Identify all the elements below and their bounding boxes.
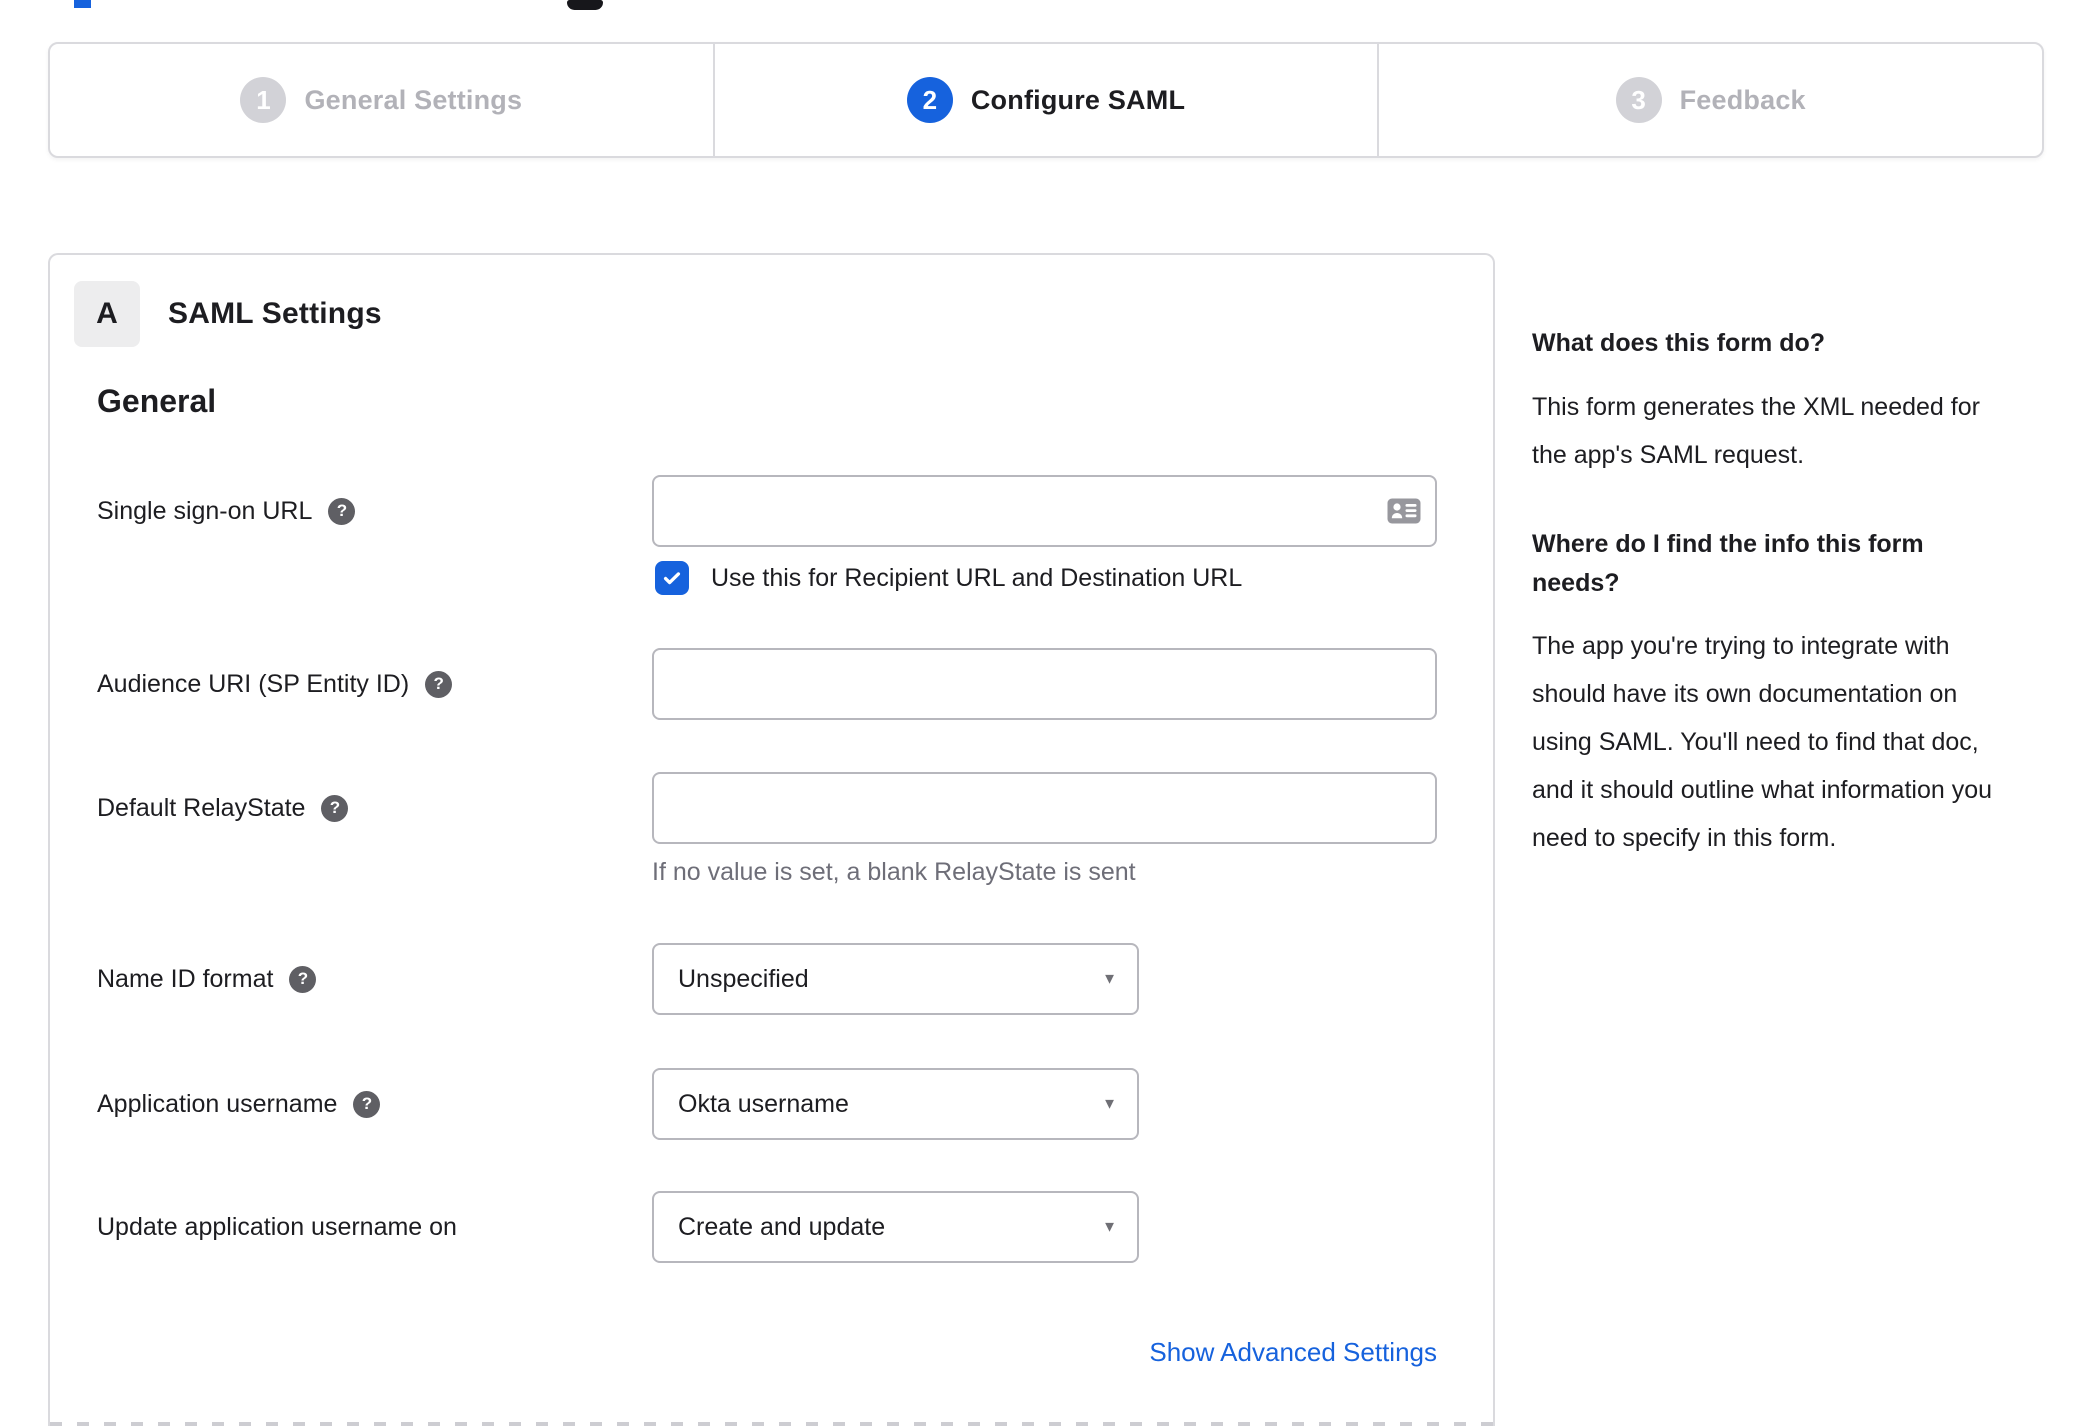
relay-state-input[interactable] [652, 772, 1437, 844]
sso-url-row: Single sign-on URL ? [97, 475, 1473, 547]
help-heading-what: What does this form do? [1532, 329, 1826, 357]
advanced-settings-link-row: Show Advanced Settings [652, 1337, 1437, 1368]
step-general-settings[interactable]: 1 General Settings [50, 44, 715, 156]
step-configure-saml[interactable]: 2 Configure SAML [715, 44, 1380, 156]
audience-uri-row: Audience URI (SP Entity ID) ? [97, 648, 1473, 720]
relay-state-row: Default RelayState ? If no value is set,… [97, 772, 1473, 892]
relay-state-hint: If no value is set, a blank RelayState i… [652, 858, 1136, 886]
help-body-what: This form generates the XML needed for t… [1532, 392, 1980, 469]
help-icon[interactable]: ? [321, 794, 349, 822]
application-username-label: Application username [97, 1089, 338, 1118]
dashed-section-divider [50, 1422, 1493, 1426]
step-number-badge: 3 [1615, 77, 1662, 123]
general-section-heading: General [97, 383, 217, 419]
recipient-url-checkbox-row: Use this for Recipient URL and Destinati… [97, 558, 1473, 598]
sso-url-label: Single sign-on URL [97, 496, 313, 525]
recipient-url-checkbox-label: Use this for Recipient URL and Destinati… [711, 563, 1243, 592]
help-icon[interactable]: ? [328, 497, 356, 525]
step-label: Configure SAML [970, 84, 1186, 115]
setup-wizard-stepper: 1 General Settings 2 Configure SAML 3 Fe… [48, 42, 2044, 158]
step-label: General Settings [304, 84, 523, 115]
name-id-format-label: Name ID format [97, 964, 274, 993]
application-username-value: Okta username [678, 1089, 849, 1118]
help-icon[interactable]: ? [425, 670, 453, 698]
help-sidebar: What does this form do? This form genera… [1532, 324, 2002, 908]
update-username-value: Create and update [678, 1212, 886, 1241]
show-advanced-settings-link[interactable]: Show Advanced Settings [1149, 1337, 1437, 1367]
help-icon[interactable]: ? [289, 965, 317, 993]
step-number-badge: 2 [906, 77, 953, 123]
saml-settings-title: SAML Settings [168, 297, 382, 330]
chevron-down-icon: ▼ [1102, 1095, 1117, 1113]
checkmark-icon [663, 572, 681, 585]
step-feedback[interactable]: 3 Feedback [1379, 44, 2042, 156]
chevron-down-icon: ▼ [1102, 1218, 1117, 1236]
help-icon[interactable]: ? [353, 1090, 381, 1118]
update-username-label: Update application username on [97, 1212, 457, 1241]
cropped-app-logo-fragment [74, 0, 91, 8]
help-body-where: The app you're trying to integrate with … [1532, 632, 1993, 853]
name-id-format-select[interactable]: Unspecified ▼ [652, 943, 1139, 1015]
name-id-format-row: Name ID format ? Unspecified ▼ [97, 943, 1473, 1015]
step-label: Feedback [1679, 84, 1806, 115]
audience-uri-input[interactable] [652, 648, 1437, 720]
application-username-select[interactable]: Okta username ▼ [652, 1068, 1139, 1140]
saml-settings-card: A SAML Settings General Single sign-on U… [48, 253, 1495, 1426]
audience-uri-label: Audience URI (SP Entity ID) [97, 669, 410, 698]
cropped-settings-icon-fragment [567, 0, 603, 10]
contact-card-icon [1387, 498, 1421, 524]
use-recipient-url-checkbox[interactable] [655, 561, 689, 595]
sso-url-input[interactable] [652, 475, 1437, 547]
update-username-select[interactable]: Create and update ▼ [652, 1191, 1139, 1263]
application-username-row: Application username ? Okta username ▼ [97, 1068, 1473, 1140]
chevron-down-icon: ▼ [1102, 970, 1117, 988]
step-number-badge: 1 [240, 77, 287, 123]
relay-state-label: Default RelayState [97, 793, 306, 822]
section-a-badge: A [74, 281, 140, 347]
help-heading-where: Where do I find the info this form needs… [1532, 529, 1924, 597]
update-username-row: Update application username on Create an… [97, 1191, 1473, 1263]
name-id-format-value: Unspecified [678, 964, 809, 993]
